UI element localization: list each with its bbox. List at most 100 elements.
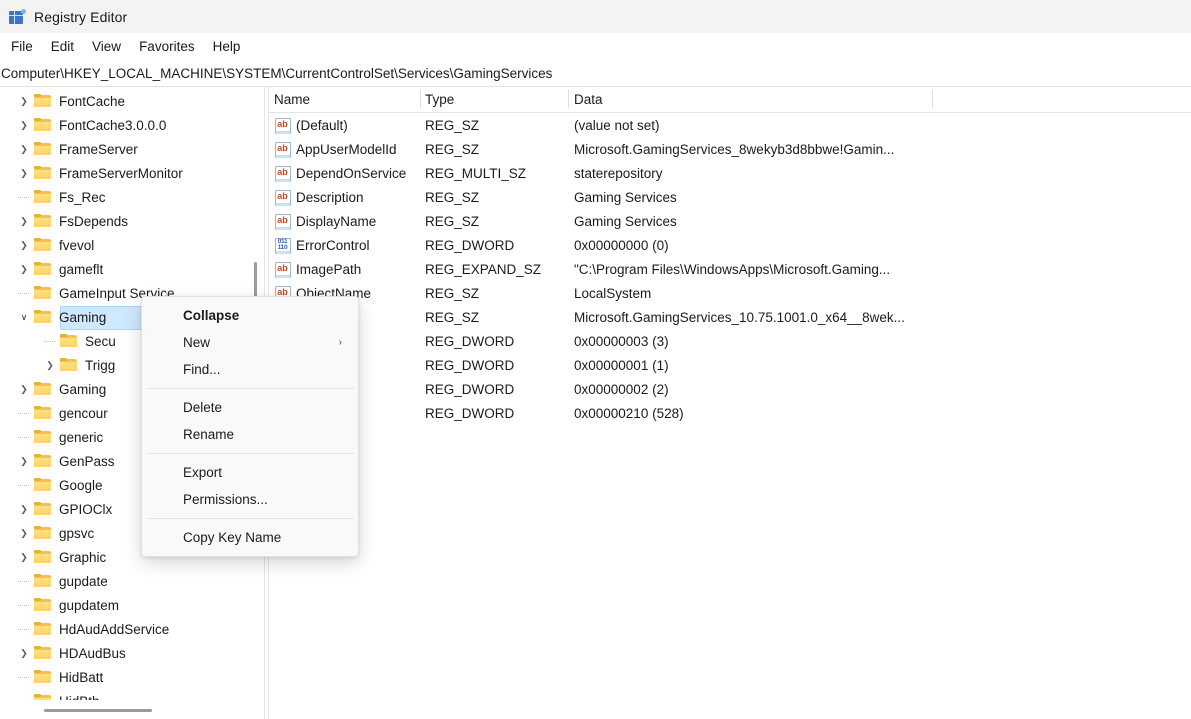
tree-item-frameserver[interactable]: ❯ FrameServer [0,137,246,161]
menu-help[interactable]: Help [204,36,250,57]
folder-icon [60,358,78,372]
menu-edit[interactable]: Edit [42,36,83,57]
registry-values-list: Name Type Data ab (Default) REG_SZ (value n… [269,87,1191,719]
context-menu-item-delete[interactable]: Delete [142,394,358,421]
tree-item-label: Secu [85,333,116,349]
value-row[interactable]: ab DependOnService REG_MULTI_SZ statereposi… [269,161,1191,185]
folder-icon [34,382,52,396]
tree-connector-line [18,197,29,198]
context-menu-item-label: Copy Key Name [183,530,282,545]
reg-sz-icon: ab [274,165,291,182]
registry-path: Computer\HKEY_LOCAL_MACHINE\SYSTEM\Curre… [1,65,553,81]
chevron-right-icon[interactable]: ❯ [16,449,32,473]
column-header-data[interactable]: Data [574,87,603,112]
tree-item-hidbatt[interactable]: HidBatt [0,665,246,689]
tree-item-hdaudbus[interactable]: ❯ HDAudBus [0,641,246,665]
tree-item-hdaudaddservice[interactable]: HdAudAddService [0,617,246,641]
tree-item-label: gencour [59,405,108,421]
folder-icon [34,454,52,468]
value-data-cell: 0x00000002 (2) [574,381,669,397]
value-row[interactable]: 011110REG_DWORD0x00000210 (528) [269,401,1191,425]
tree-item-hidbth[interactable]: HidBth [0,689,246,700]
context-menu-item-permissions[interactable]: Permissions... [142,486,358,513]
context-menu-item-export[interactable]: Export [142,459,358,486]
value-row[interactable]: 011110REG_DWORD0x00000002 (2) [269,377,1191,401]
context-menu-item-label: Collapse [183,308,240,323]
tree-item-label: GPIOClx [59,501,113,517]
value-row[interactable]: abFullNameREG_SZMicrosoft.GamingServices… [269,305,1191,329]
chevron-right-icon[interactable]: ❯ [16,209,32,233]
context-menu-item-copy-key-name[interactable]: Copy Key Name [142,524,358,551]
chevron-right-icon[interactable]: ❯ [16,161,32,185]
value-data-cell: 0x00000210 (528) [574,405,684,421]
value-row[interactable]: ab AppUserModelId REG_SZ Microsoft.GamingSe… [269,137,1191,161]
chevron-right-icon[interactable]: ❯ [16,233,32,257]
column-header-name[interactable]: Name [274,87,310,112]
value-name-cell: ab ImagePath [274,257,361,281]
tree-item-label: FontCache3.0.0.0 [59,117,167,133]
window-title: Registry Editor [34,8,128,25]
tree-item-label: gameflt [59,261,104,277]
context-menu-item-rename[interactable]: Rename [142,421,358,448]
folder-icon [60,334,78,348]
context-menu-separator [146,453,354,454]
tree-horizontal-scrollbar[interactable] [0,703,248,719]
menu-view[interactable]: View [83,36,130,57]
reg-sz-icon: ab [274,213,291,230]
value-name-cell: ab (Default) [274,113,348,137]
column-header-type[interactable]: Type [425,87,454,112]
tree-item-label: FrameServer [59,141,138,157]
tree-item-fontcache[interactable]: ❯ FontCache [0,89,246,113]
context-menu-item-new[interactable]: New › [142,329,358,356]
context-menu-separator [146,388,354,389]
chevron-right-icon[interactable]: ❯ [16,641,32,665]
title-bar: Registry Editor [0,0,1191,33]
value-row[interactable]: ab ImagePath REG_EXPAND_SZ "C:\Program File… [269,257,1191,281]
tree-horizontal-scrollbar-thumb[interactable] [44,709,152,712]
tree-item-gameflt[interactable]: ❯ gameflt [0,257,246,281]
value-data-cell: "C:\Program Files\WindowsApps\Microsoft.… [574,261,891,277]
tree-item-frameservermonitor[interactable]: ❯ FrameServerMonitor [0,161,246,185]
chevron-right-icon: › [338,337,342,348]
tree-item-fs-rec[interactable]: Fs_Rec [0,185,246,209]
chevron-right-icon[interactable]: ❯ [16,89,32,113]
chevron-right-icon[interactable]: ❯ [16,545,32,569]
value-row[interactable]: 011110dTypeREG_DWORD0x00000001 (1) [269,353,1191,377]
tree-item-fontcache3-0-0-0[interactable]: ❯ FontCache3.0.0.0 [0,113,246,137]
tree-item-fsdepends[interactable]: ❯ FsDepends [0,209,246,233]
tree-leaf-spacer [16,689,32,700]
column-divider[interactable] [420,90,421,109]
chevron-right-icon[interactable]: ❯ [42,353,58,377]
value-row[interactable]: ab ObjectName REG_SZ LocalSystem [269,281,1191,305]
column-divider[interactable] [568,90,569,109]
value-row[interactable]: 011 110 ErrorControl REG_DWORD 0x00000000 (0… [269,233,1191,257]
folder-icon [34,286,52,300]
menu-favorites[interactable]: Favorites [130,36,204,57]
menu-file[interactable]: File [2,36,42,57]
value-row[interactable]: 011110OriginREG_DWORD0x00000003 (3) [269,329,1191,353]
context-menu-item-find[interactable]: Find... [142,356,358,383]
column-divider[interactable] [932,90,933,109]
chevron-right-icon[interactable]: ❯ [16,257,32,281]
value-type-cell: REG_DWORD [425,357,515,373]
folder-icon [34,142,52,156]
chevron-down-icon[interactable]: ∨ [16,305,32,329]
chevron-right-icon[interactable]: ❯ [16,377,32,401]
tree-item-gupdatem[interactable]: gupdatem [0,593,246,617]
chevron-right-icon[interactable]: ❯ [16,137,32,161]
tree-connector-line [44,341,55,342]
tree-item-gupdate[interactable]: gupdate [0,569,246,593]
chevron-right-icon[interactable]: ❯ [16,113,32,137]
value-row[interactable]: ab DisplayName REG_SZ Gaming Services [269,209,1191,233]
value-name-label: DisplayName [296,213,377,229]
address-bar[interactable]: Computer\HKEY_LOCAL_MACHINE\SYSTEM\Curre… [0,60,1191,87]
chevron-right-icon[interactable]: ❯ [16,521,32,545]
value-row[interactable]: ab (Default) REG_SZ (value not set) [269,113,1191,137]
value-type-cell: REG_MULTI_SZ [425,165,527,181]
value-row[interactable]: ab Description REG_SZ Gaming Services [269,185,1191,209]
value-type-cell: REG_SZ [425,117,480,133]
chevron-right-icon[interactable]: ❯ [16,497,32,521]
tree-item-fvevol[interactable]: ❯ fvevol [0,233,246,257]
value-data-cell: Microsoft.GamingServices_10.75.1001.0_x6… [574,309,905,325]
context-menu-item-collapse[interactable]: Collapse [142,302,358,329]
